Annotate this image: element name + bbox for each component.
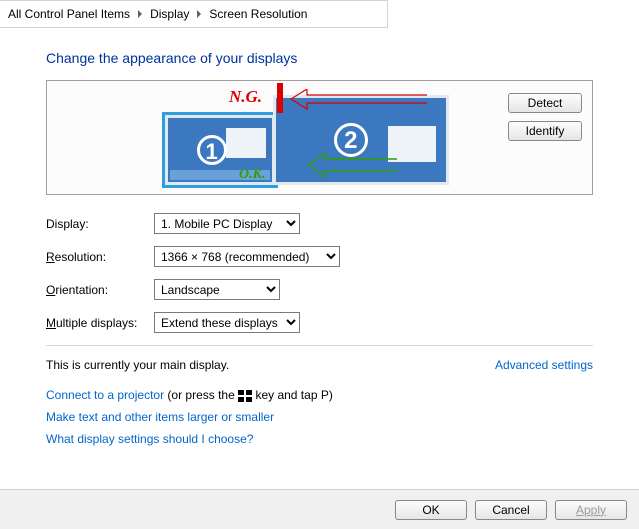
windows-logo-icon [238, 390, 252, 402]
monitor-number-badge: 2 [334, 123, 368, 157]
help-links: Connect to a projector (or press the key… [46, 388, 593, 446]
resolution-label: Resolution: [46, 250, 154, 264]
cancel-button[interactable]: Cancel [475, 500, 547, 520]
annotation-ok: O.K. [239, 167, 265, 183]
display-label: Display: [46, 217, 154, 231]
annotation-ng: N.G. [229, 87, 262, 107]
breadcrumb-item[interactable]: Display [150, 7, 189, 21]
ok-button[interactable]: OK [395, 500, 467, 520]
resolution-select[interactable]: 1366 × 768 (recommended) [154, 246, 340, 267]
annotation-redbar [277, 83, 283, 113]
main-display-text: This is currently your main display. [46, 358, 229, 372]
chevron-right-icon [197, 10, 201, 18]
display-preview: 1 2 N.G. O.K. Detect Identify [46, 80, 593, 195]
monitor-2[interactable]: 2 [273, 95, 449, 185]
orientation-select[interactable]: Landscape [154, 279, 280, 300]
apply-button: Apply [555, 500, 627, 520]
window-icon [226, 128, 266, 158]
breadcrumb-item[interactable]: Screen Resolution [209, 7, 307, 21]
identify-button[interactable]: Identify [508, 121, 582, 141]
monitor-number-badge: 1 [197, 135, 227, 165]
settings-form: Display: 1. Mobile PC Display Resolution… [46, 213, 593, 333]
chevron-right-icon [138, 10, 142, 18]
breadcrumb-item[interactable]: All Control Panel Items [8, 7, 130, 21]
projector-suffix: key and tap P) [252, 388, 333, 402]
orientation-label: Orientation: [46, 283, 154, 297]
window-icon [388, 126, 436, 162]
separator [46, 345, 593, 346]
multiple-displays-label: Multiple displays: [46, 316, 154, 330]
display-select[interactable]: 1. Mobile PC Display [154, 213, 300, 234]
advanced-settings-link[interactable]: Advanced settings [495, 358, 593, 372]
detect-button[interactable]: Detect [508, 93, 582, 113]
multiple-displays-select[interactable]: Extend these displays [154, 312, 300, 333]
projector-suffix: (or press the [164, 388, 238, 402]
dialog-footer: OK Cancel Apply [0, 489, 639, 529]
breadcrumb[interactable]: All Control Panel Items Display Screen R… [0, 0, 388, 28]
text-size-link[interactable]: Make text and other items larger or smal… [46, 410, 274, 424]
help-link[interactable]: What display settings should I choose? [46, 432, 253, 446]
projector-link[interactable]: Connect to a projector [46, 388, 164, 402]
page-title: Change the appearance of your displays [46, 50, 593, 66]
